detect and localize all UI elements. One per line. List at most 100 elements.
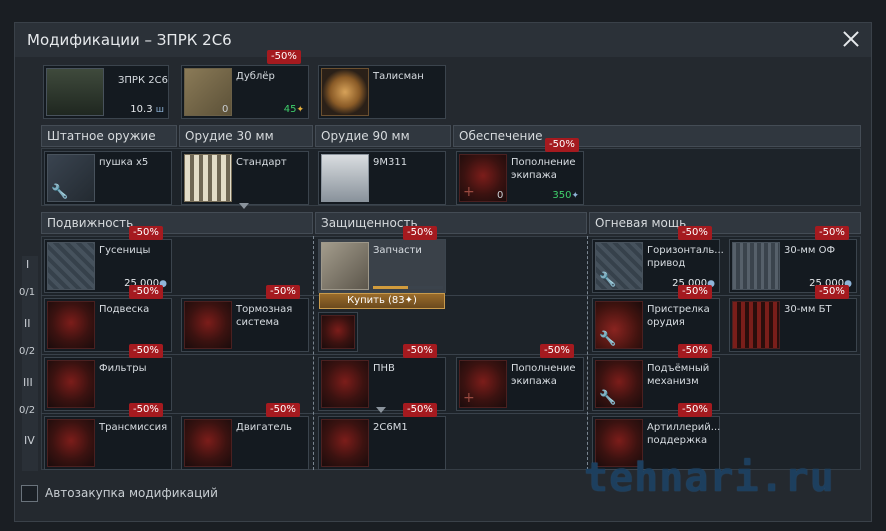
ammo-he-icon [732,242,780,290]
mod-name: Пополнение экипажа [511,363,576,387]
mod-name: 30-мм ОФ [784,245,836,256]
weapon-card-cannon[interactable]: 🔧 пушка х5 [44,151,172,205]
plus-icon: + [463,184,475,200]
mod-name: Двигатель [236,422,292,433]
weapon-card-crew-refill[interactable]: + Пополнение экипажа 0 350✦ [456,151,584,205]
mod-name: 30-мм БТ [784,304,832,315]
watermark: tehnari.ru [584,455,835,501]
discount-badge: -50% [815,226,849,240]
discount-badge: -50% [129,403,163,417]
tier-progress-2: 0/2 [19,346,36,357]
golden-eagle-icon: ✦ [296,105,304,115]
discount-badge: -50% [403,403,437,417]
tier-divider [41,354,861,355]
ammo-belt-icon [184,154,232,202]
research-progress [373,286,443,289]
missile-icon [321,154,369,202]
tracks-icon [47,242,95,290]
vehicle-card[interactable]: ЗПРК 2С6 10.3 ш [43,65,169,119]
locked-icon [321,315,355,349]
tank-icon [46,68,104,116]
discount-badge: -50% [540,344,574,358]
mod-name: Фильтры [99,363,147,374]
talisman-icon [321,68,369,116]
section-mobility: Подвижность [41,212,313,234]
mod-name: Горизонталь... привод [647,245,724,269]
mod-brakes[interactable]: Тормозная система [181,298,309,352]
suspension-icon [47,301,95,349]
discount-badge: -50% [678,344,712,358]
mod-crew-refill[interactable]: + Пополнение экипажа [456,357,584,411]
section-standard-weapon: Штатное оружие [41,125,177,147]
talisman-label: Талисман [373,71,424,82]
mod-name: Тормозная система [236,304,293,328]
mod-name: Запчасти [373,245,422,256]
tier-label-3: III [23,376,33,389]
engine-icon [184,419,232,467]
modifications-window: Модификации – ЗПРК 2С6 ЗПРК 2С6 10.3 ш Д… [14,22,872,522]
mod-name: ПНВ [373,363,395,374]
section-supply: Обеспечение [453,125,861,147]
window-title: Модификации – ЗПРК 2С6 [27,31,232,49]
mod-engine[interactable]: Двигатель [181,416,309,470]
discount-badge: -50% [266,285,300,299]
mod-2s6m1[interactable]: 2С6М1 [318,416,446,470]
vehicle-rank: 10.3 ш [130,104,164,115]
tier-progress-3: 0/2 [19,405,36,416]
section-divider [313,236,314,470]
close-icon[interactable] [839,27,863,51]
discount-badge: -50% [545,138,579,152]
crew-backup-count: 0 [222,104,229,115]
chevron-down-icon [239,203,249,209]
mod-30mm-ap[interactable]: 30-мм БТ [729,298,857,352]
weapon-cannon-label: пушка х5 [99,157,149,168]
tier-divider [41,295,861,296]
mod-name: Гусеницы [99,245,151,256]
mod-name: 2С6М1 [373,422,408,433]
discount-badge: -50% [266,403,300,417]
tier-label-4: IV [24,434,35,447]
golden-eagle-icon: ✦ [404,295,414,306]
filters-icon [47,360,95,408]
spare-parts-icon [321,242,369,290]
tier-divider [41,413,861,414]
weapon-crew-refill-label: Пополнение экипажа [511,157,576,181]
weapon-card-missile[interactable]: 9М311 [318,151,446,205]
weapon-card-standard[interactable]: Стандарт [181,151,309,205]
discount-badge: -50% [403,226,437,240]
crew-refill-count: 0 [497,190,504,201]
silver-lion-icon: ✦ [571,191,579,201]
vehicle-name: ЗПРК 2С6 [118,75,168,86]
locked-slot [318,312,358,352]
ammo-ap-icon [732,301,780,349]
buy-button[interactable]: Купить (83✦) [319,293,445,309]
section-gun-90mm: Орудие 90 мм [315,125,451,147]
mod-transmission[interactable]: Трансмиссия [44,416,172,470]
mod-name: Трансмиссия [99,422,168,433]
discount-badge: -50% [678,226,712,240]
mod-name: Пристрелка орудия [647,304,710,328]
discount-badge: -50% [129,285,163,299]
section-divider [587,236,588,470]
tier-progress-1: 0/1 [19,287,36,298]
discount-badge: -50% [815,285,849,299]
talisman-card[interactable]: Талисман [318,65,446,119]
plus-icon: + [463,390,475,406]
wrench-icon: 🔧 [599,272,617,288]
crew-backup-price: 45✦ [283,104,304,115]
crew-backup-card[interactable]: Дублёр 0 45✦ [181,65,309,119]
weapon-missile-label: 9М311 [373,157,408,168]
mod-spare-parts[interactable]: Запчасти [318,239,446,293]
autobuy-checkbox[interactable] [21,485,38,502]
discount-badge: -50% [403,344,437,358]
mod-name: Подвеска [99,304,150,315]
discount-badge: -50% [267,50,301,64]
vehicle-upgrade-icon [321,419,369,467]
transmission-icon [47,419,95,467]
chevron-down-icon [376,407,386,413]
discount-badge: -50% [678,403,712,417]
wrench-icon: 🔧 [599,331,617,347]
brakes-icon [184,301,232,349]
discount-badge: -50% [129,226,163,240]
title-bar: Модификации – ЗПРК 2С6 [15,23,871,57]
